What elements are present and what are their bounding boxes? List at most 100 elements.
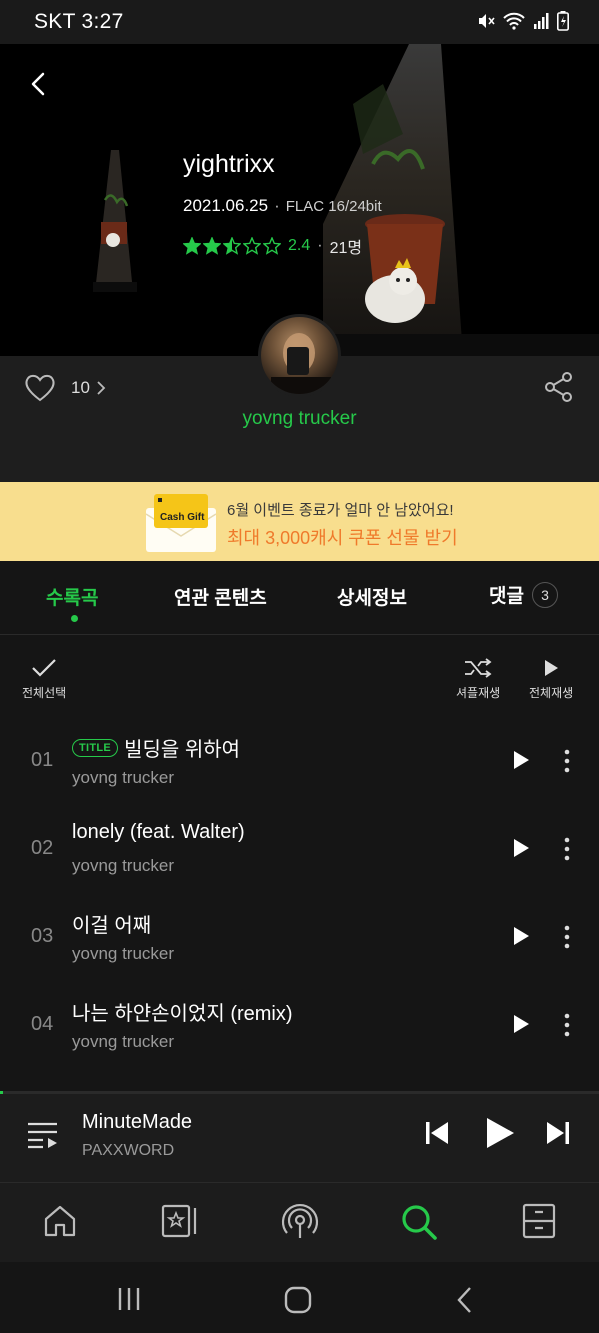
select-all-label: 전체선택 bbox=[22, 686, 67, 700]
now-playing-title: MinuteMade bbox=[82, 1111, 193, 1133]
artist-name-link[interactable]: yovng trucker bbox=[0, 408, 599, 430]
rating-value: 2.4 bbox=[288, 237, 311, 254]
album-thumbnail bbox=[93, 150, 137, 292]
track-title: 이걸 어째 bbox=[72, 915, 152, 937]
event-banner[interactable]: Cash Gift 6월 이벤트 종료가 얼마 안 남았어요! 최대 3,000… bbox=[0, 482, 599, 561]
track-title: 나는 하얀손이었지 (remix) bbox=[72, 1003, 293, 1025]
shuffle-play-button[interactable]: 셔플재생 bbox=[456, 658, 500, 701]
album-meta: 2021.06.25 · FLAC 16/24bit bbox=[183, 196, 382, 216]
track-row[interactable]: 03 이걸 어째 yovng trucker bbox=[0, 892, 599, 980]
audio-format: FLAC 16/24bit bbox=[285, 197, 382, 215]
select-all-button[interactable]: 전체선택 bbox=[22, 658, 66, 701]
like-heart-icon[interactable] bbox=[24, 373, 56, 403]
track-number: 01 bbox=[31, 749, 54, 771]
bottom-navigation bbox=[0, 1182, 599, 1262]
share-icon[interactable] bbox=[543, 371, 575, 403]
mini-player[interactable]: MinuteMade PAXXWORD bbox=[0, 1094, 599, 1182]
album-rating[interactable]: 2.4 · 21명 bbox=[183, 234, 362, 258]
active-tab-indicator bbox=[71, 615, 78, 622]
wifi-icon bbox=[503, 12, 525, 30]
cash-gift-envelope-icon bbox=[146, 494, 216, 552]
status-bar: SKT 3:27 bbox=[0, 0, 599, 44]
track-artist: yovng trucker bbox=[72, 768, 175, 787]
track-play-icon[interactable] bbox=[511, 925, 531, 947]
play-icon bbox=[545, 660, 559, 676]
play-all-label: 전체재생 bbox=[529, 686, 574, 700]
tab-comments-label: 댓글 bbox=[489, 586, 524, 607]
rating-star-icon bbox=[223, 237, 241, 255]
status-icons bbox=[477, 11, 569, 31]
shuffle-icon bbox=[465, 658, 492, 678]
next-track-icon[interactable] bbox=[546, 1119, 570, 1147]
meta-separator: · bbox=[274, 196, 280, 215]
rating-stars bbox=[183, 237, 281, 255]
home-icon[interactable] bbox=[42, 1203, 78, 1239]
system-back-icon[interactable] bbox=[456, 1286, 474, 1314]
rating-separator: · bbox=[317, 237, 323, 254]
signal-icon bbox=[534, 13, 549, 29]
comment-count-badge: 3 bbox=[531, 582, 558, 608]
mute-icon bbox=[479, 14, 495, 28]
now-playing-artist: PAXXWORD bbox=[82, 1142, 175, 1159]
track-row[interactable]: 02 lonely (feat. Walter) yovng trucker bbox=[0, 804, 599, 892]
playlist-icon[interactable] bbox=[27, 1121, 59, 1149]
avatar-photo bbox=[271, 333, 331, 394]
more-options-icon[interactable] bbox=[562, 749, 572, 773]
track-play-icon[interactable] bbox=[511, 1013, 531, 1035]
system-navigation-bar bbox=[0, 1262, 599, 1333]
rating-star-icon bbox=[263, 237, 281, 255]
tab-tracks[interactable]: 수록곡 bbox=[46, 583, 98, 610]
rating-star-icon bbox=[203, 237, 221, 255]
like-count: 10 bbox=[71, 378, 90, 397]
back-icon[interactable] bbox=[20, 64, 60, 104]
track-row[interactable]: 04 나는 하얀손이었지 (remix) yovng trucker bbox=[0, 980, 599, 1068]
shuffle-label: 셔플재생 bbox=[456, 686, 501, 700]
content-tabs: 수록곡 연관 콘텐츠 상세정보 댓글 3 bbox=[0, 561, 599, 635]
rating-count: 21명 bbox=[329, 240, 363, 257]
track-number: 03 bbox=[31, 925, 54, 947]
track-artist: yovng trucker bbox=[72, 1032, 175, 1051]
track-number: 02 bbox=[31, 837, 54, 859]
release-date: 2021.06.25 bbox=[183, 196, 269, 215]
play-all-button[interactable]: 전체재생 bbox=[529, 658, 573, 701]
track-play-icon[interactable] bbox=[511, 837, 531, 859]
track-toolbar: 전체선택 셔플재생 전체재생 bbox=[0, 636, 599, 716]
banner-line-2: 최대 3,000캐시 쿠폰 선물 받기 bbox=[227, 528, 458, 548]
track-title-row: TITLE 빌딩을 위하여 bbox=[72, 733, 240, 762]
track-row[interactable]: 01 TITLE 빌딩을 위하여 yovng trucker bbox=[0, 716, 599, 804]
play-pause-icon[interactable] bbox=[484, 1116, 516, 1150]
podcast-icon[interactable] bbox=[281, 1203, 319, 1241]
artist-avatar[interactable] bbox=[258, 314, 341, 397]
tab-comments[interactable]: 댓글 3 bbox=[489, 581, 558, 608]
track-play-icon[interactable] bbox=[511, 749, 531, 771]
album-info-strip: 10 yovng trucker bbox=[0, 314, 599, 482]
track-title: 빌딩을 위하여 bbox=[124, 739, 241, 761]
track-artist: yovng trucker bbox=[72, 856, 175, 875]
recent-apps-icon[interactable] bbox=[116, 1286, 142, 1312]
track-list: 01 TITLE 빌딩을 위하여 yovng trucker 02 lonely… bbox=[0, 716, 599, 1068]
tab-details[interactable]: 상세정보 bbox=[337, 583, 407, 610]
check-icon bbox=[32, 659, 56, 677]
album-title: yightrixx bbox=[183, 150, 275, 178]
storage-icon[interactable] bbox=[521, 1203, 557, 1239]
like-count-link[interactable]: 10 bbox=[71, 378, 106, 398]
previous-track-icon[interactable] bbox=[425, 1119, 449, 1147]
status-time: SKT 3:27 bbox=[34, 10, 124, 33]
more-options-icon[interactable] bbox=[562, 837, 572, 861]
more-options-icon[interactable] bbox=[562, 1013, 572, 1037]
search-icon[interactable] bbox=[400, 1203, 438, 1241]
banner-line-1: 6월 이벤트 종료가 얼마 안 남았어요! bbox=[227, 502, 454, 519]
chevron-right-icon bbox=[97, 381, 106, 395]
rating-star-icon bbox=[243, 237, 261, 255]
track-title: lonely (feat. Walter) bbox=[72, 821, 245, 843]
title-track-badge: TITLE bbox=[72, 738, 119, 757]
rating-star-icon bbox=[183, 237, 201, 255]
home-button-icon[interactable] bbox=[284, 1286, 312, 1314]
library-icon[interactable] bbox=[161, 1203, 199, 1239]
track-artist: yovng trucker bbox=[72, 944, 175, 963]
album-hero: yightrixx 2021.06.25 · FLAC 16/24bit 2.4… bbox=[0, 44, 599, 356]
battery-icon bbox=[557, 11, 569, 31]
track-number: 04 bbox=[31, 1013, 54, 1035]
tab-related[interactable]: 연관 콘텐츠 bbox=[174, 583, 267, 610]
more-options-icon[interactable] bbox=[562, 925, 572, 949]
